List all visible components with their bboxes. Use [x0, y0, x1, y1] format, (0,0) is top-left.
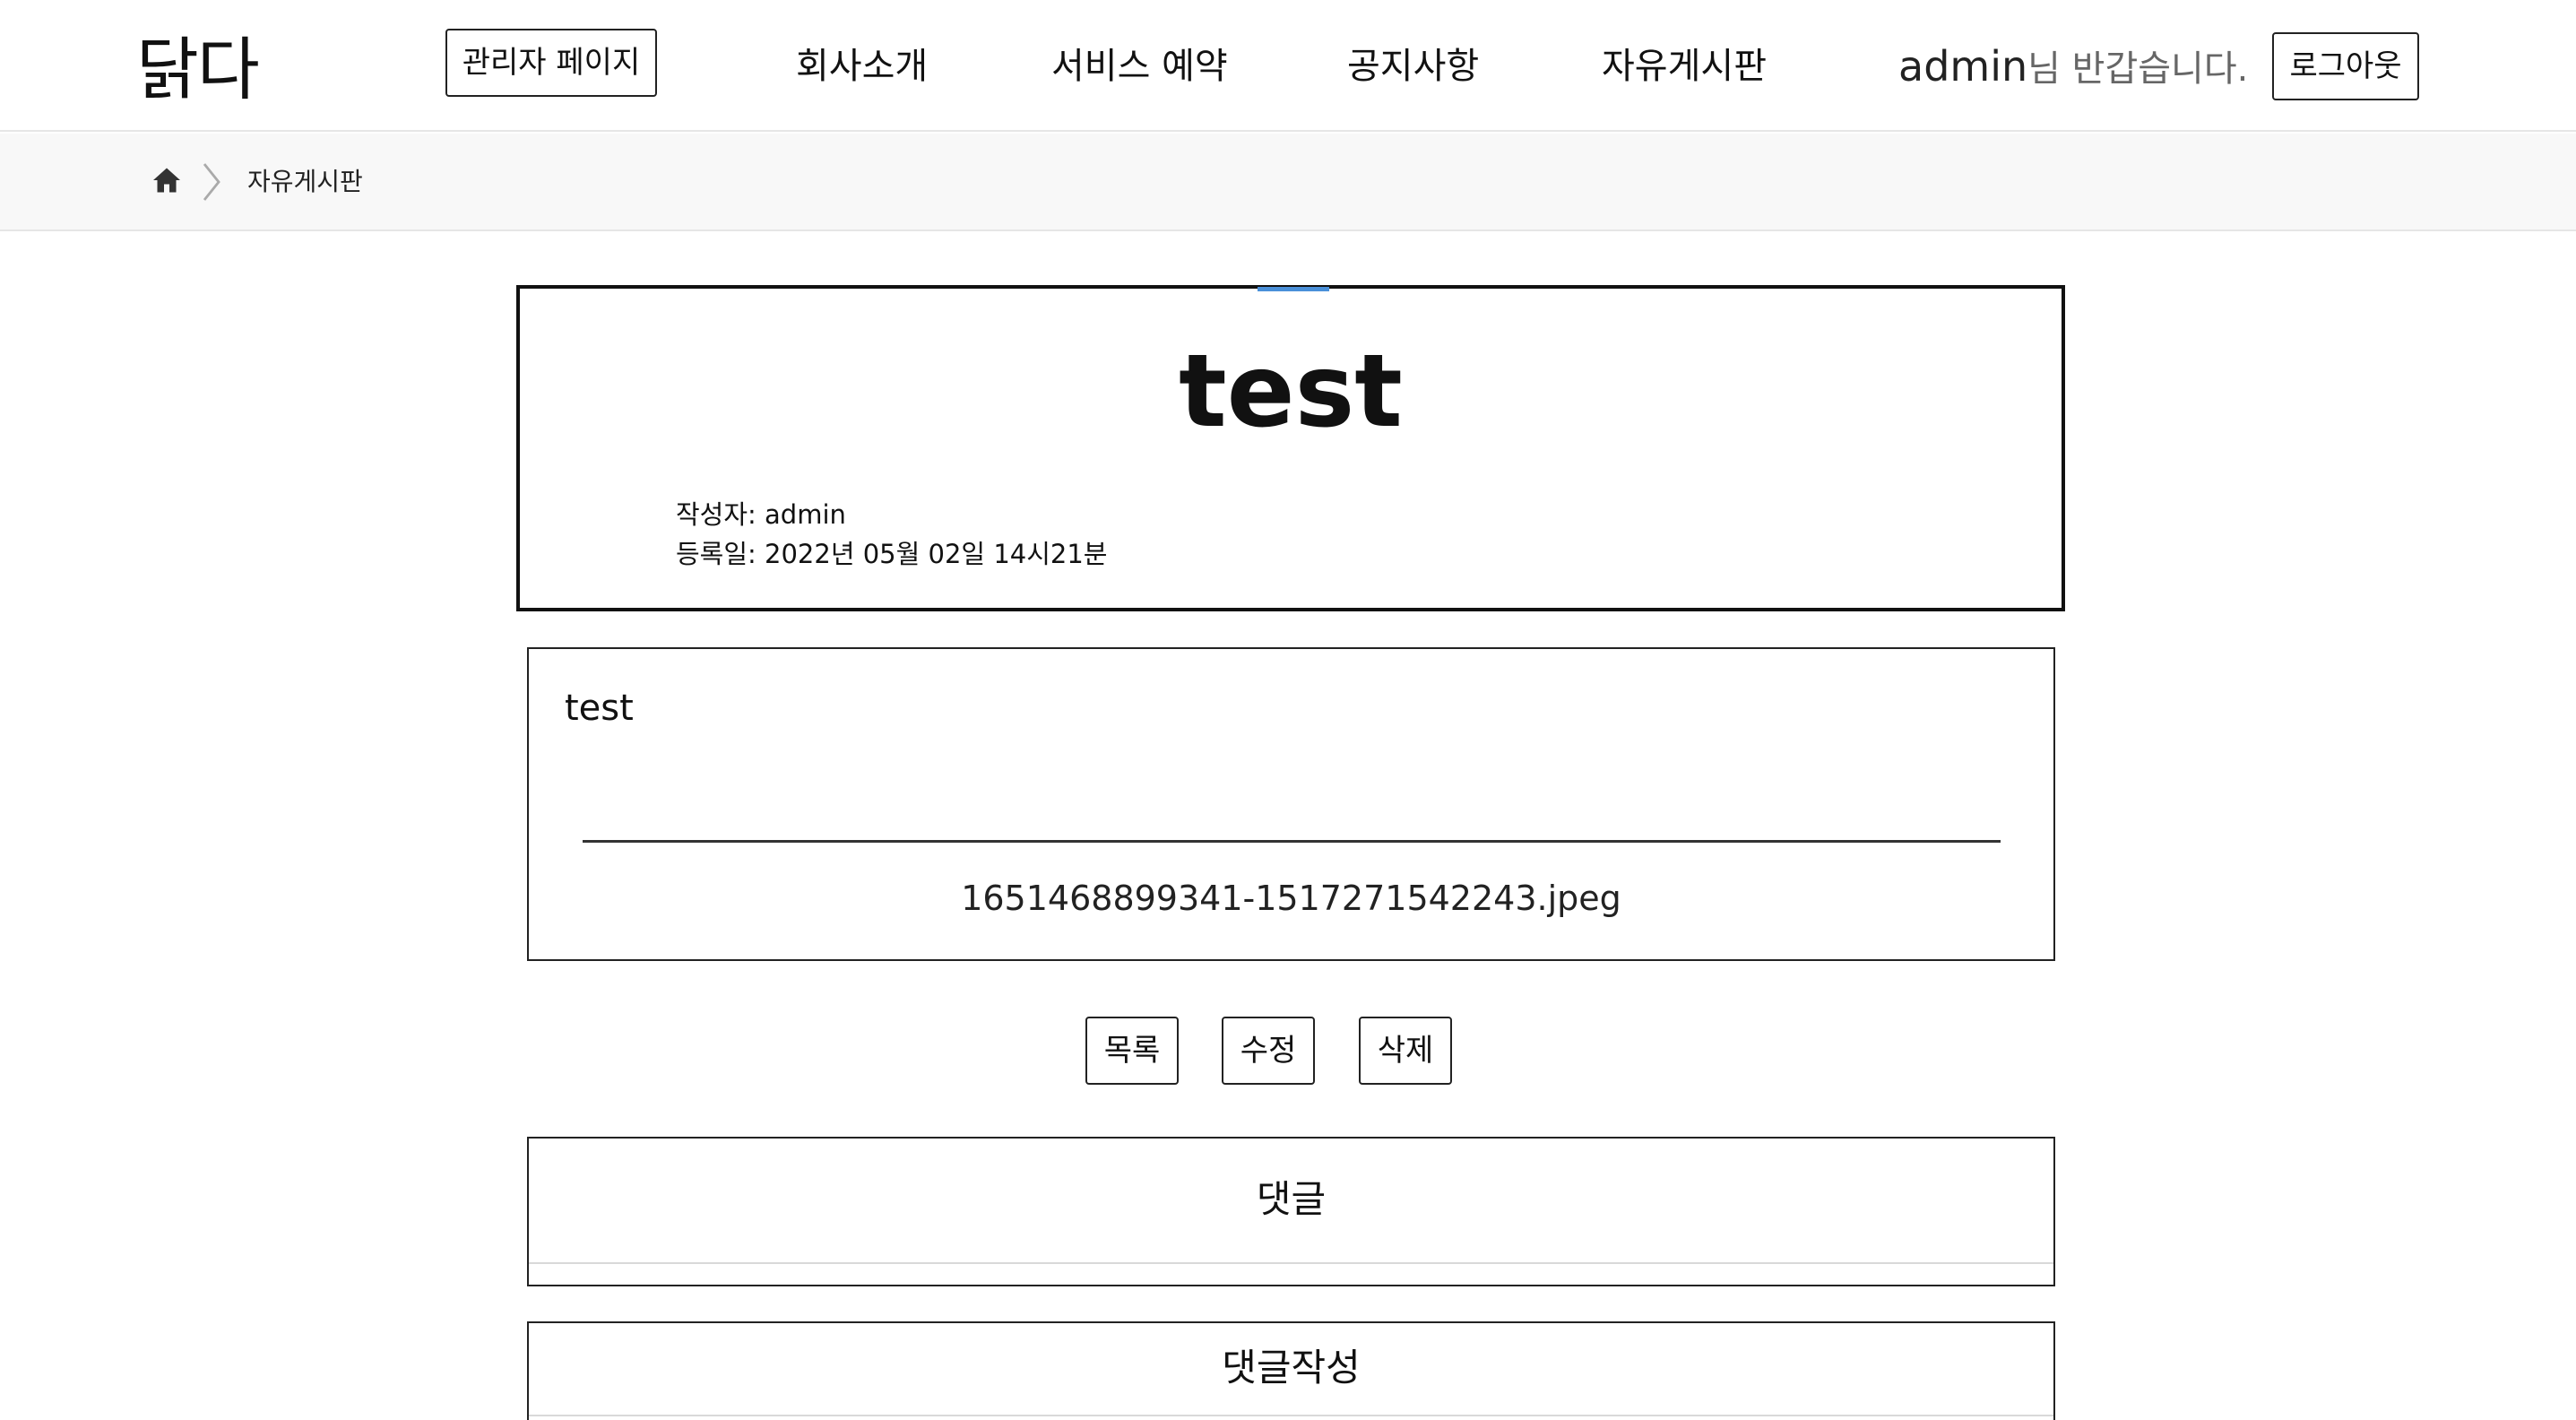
greeting-suffix: 님 반갑습니다. — [2027, 48, 2249, 90]
nav-item-company[interactable]: 회사소개 — [796, 38, 928, 95]
page: 닭다 관리자 페이지 회사소개 서비스 예약 공지사항 자유게시판 admin님… — [0, 0, 2576, 1420]
nav-item-service-reservation[interactable]: 서비스 예약 — [1051, 38, 1228, 95]
delete-button[interactable]: 삭제 — [1359, 1017, 1452, 1085]
site-logo[interactable]: 닭다 — [136, 27, 260, 113]
list-button[interactable]: 목록 — [1085, 1017, 1179, 1085]
user-greeting: admin님 반갑습니다. — [1898, 38, 2248, 105]
post-author: 작성자: admin — [676, 499, 846, 530]
comments-divider — [529, 1262, 2053, 1264]
accent-marker — [1258, 287, 1329, 291]
username: admin — [1898, 42, 2028, 91]
post-title: test — [1179, 333, 1403, 450]
comment-write-title: 댓글작성 — [1222, 1346, 1361, 1390]
nav-item-free-board[interactable]: 자유게시판 — [1602, 38, 1767, 95]
post-header: test 작성자: admin 등록일: 2022년 05월 02일 14시21… — [516, 285, 2065, 611]
nav-item-notice[interactable]: 공지사항 — [1347, 38, 1479, 95]
edit-button[interactable]: 수정 — [1222, 1017, 1315, 1085]
breadcrumb: 자유게시판 — [0, 134, 2576, 231]
attachment-link[interactable]: 1651468899341-1517271542243.jpeg — [529, 875, 2053, 922]
chevron-right-icon — [203, 163, 220, 201]
comments-title: 댓글 — [1256, 1177, 1327, 1221]
top-header: 닭다 관리자 페이지 회사소개 서비스 예약 공지사항 자유게시판 admin님… — [0, 0, 2576, 132]
post-date: 등록일: 2022년 05월 02일 14시21분 — [676, 539, 1108, 569]
post-body: test 1651468899341-1517271542243.jpeg — [527, 647, 2055, 961]
comment-write-section: 댓글작성 — [527, 1321, 2055, 1420]
comment-write-divider — [529, 1415, 2053, 1416]
comments-section: 댓글 — [527, 1137, 2055, 1286]
home-icon[interactable] — [151, 164, 183, 196]
divider — [583, 840, 2001, 843]
post-content: test — [565, 688, 634, 729]
logout-button[interactable]: 로그아웃 — [2272, 32, 2419, 100]
breadcrumb-current: 자유게시판 — [247, 167, 363, 196]
admin-page-button[interactable]: 관리자 페이지 — [445, 29, 657, 97]
